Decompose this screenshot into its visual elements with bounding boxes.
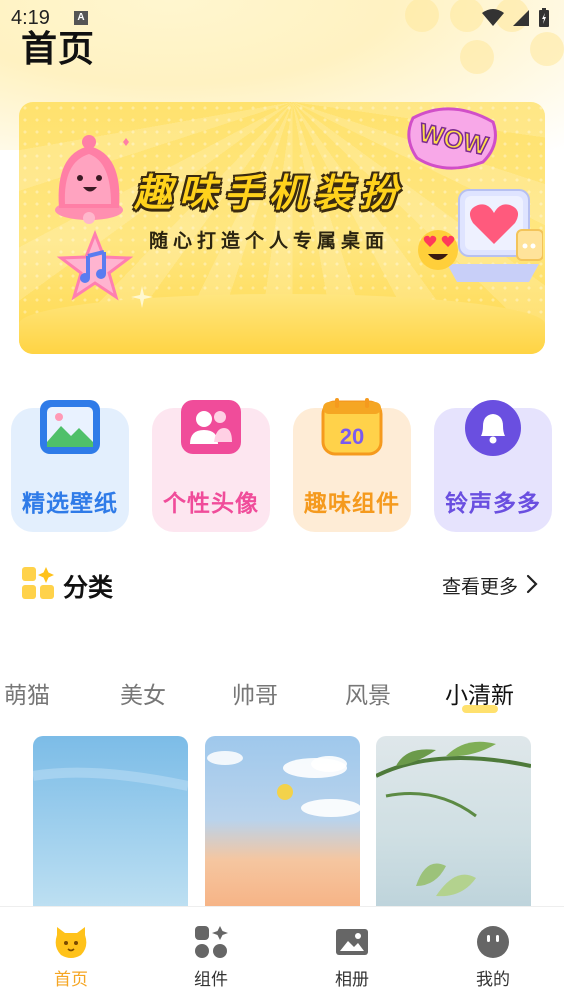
battery-icon: [539, 8, 549, 27]
nav-label: 组件: [194, 970, 228, 990]
tab-scenery[interactable]: 风景: [345, 676, 391, 710]
feature-label: 铃声多多: [445, 491, 541, 517]
banner-wave: [19, 294, 545, 354]
feature-label: 精选壁纸: [22, 491, 118, 517]
wallpaper-thumbnail[interactable]: [33, 736, 188, 906]
wow-sticker-icon: WOW: [407, 107, 497, 170]
sky-image: [33, 767, 188, 791]
decor-dot: [530, 32, 564, 66]
category-tabs: 萌猫 美女 帅哥 风景 小清新: [0, 672, 564, 716]
chevron-right-icon[interactable]: [524, 572, 540, 596]
leaves-image: [376, 741, 531, 897]
page-title: 首页: [21, 29, 96, 70]
widgets-icon: [195, 926, 228, 958]
banner-title: 趣味手机装扮: [134, 171, 405, 215]
feature-widgets[interactable]: 20 趣味组件: [293, 398, 411, 532]
wallpaper-grid: [0, 736, 564, 906]
feature-label: 趣味组件: [304, 491, 400, 517]
heart-eyes-emoji-icon: [418, 230, 458, 270]
nav-label: 我的: [476, 970, 510, 990]
nav-album[interactable]: 相册: [307, 921, 397, 997]
banner-subtitle: 随心打造个人专属桌面: [149, 230, 390, 252]
sparkle-icon: [131, 286, 153, 308]
nav-profile[interactable]: 我的: [448, 921, 538, 997]
tab-beauty[interactable]: 美女: [120, 676, 166, 710]
nav-label: 首页: [54, 970, 88, 990]
tab-fresh[interactable]: 小清新: [445, 676, 514, 710]
wallpaper-icon: [40, 400, 100, 454]
wallpaper-thumbnail[interactable]: [205, 736, 360, 906]
feature-ringtone[interactable]: 铃声多多: [434, 400, 552, 532]
calendar-widget-icon: 20: [321, 398, 383, 456]
bell-icon: [465, 400, 521, 456]
category-header: 分类 查看更多: [21, 562, 544, 606]
see-more-link[interactable]: 查看更多: [442, 572, 518, 599]
calendar-badge-text: 20: [340, 424, 364, 449]
feature-avatar[interactable]: 个性头像: [152, 400, 270, 532]
nav-home[interactable]: 首页: [26, 921, 116, 997]
profile-face-icon: [477, 926, 509, 958]
music-star-icon: [56, 230, 134, 301]
tab-handsome[interactable]: 帅哥: [232, 676, 278, 710]
signal-icon: [513, 10, 529, 26]
status-icons: [482, 8, 550, 28]
cat-home-icon: [55, 927, 87, 958]
tab-cute-cat[interactable]: 萌猫: [4, 676, 50, 710]
feature-label: 个性头像: [163, 491, 259, 517]
bell-mascot-icon: [55, 135, 129, 224]
feature-wallpaper[interactable]: 精选壁纸: [11, 400, 129, 532]
nav-widgets[interactable]: 组件: [166, 921, 256, 997]
decor-dot: [460, 40, 494, 74]
sunset-clouds-image: [207, 751, 360, 817]
wallpaper-thumbnail[interactable]: [376, 736, 531, 906]
feature-shortcuts: 精选壁纸 个性头像 20 趣味组件 铃声多多: [11, 398, 554, 536]
category-title: 分类: [63, 573, 114, 602]
wifi-icon: [482, 9, 504, 26]
bottom-nav: 首页 组件 相册 我的: [0, 906, 564, 1002]
category-grid-icon: [22, 567, 54, 599]
nav-label: 相册: [335, 970, 369, 990]
photo-album-icon: [336, 929, 368, 955]
avatar-icon: [181, 400, 241, 454]
promo-banner[interactable]: WOW 趣味手机装扮 随心打造个人专属桌面: [19, 102, 545, 354]
